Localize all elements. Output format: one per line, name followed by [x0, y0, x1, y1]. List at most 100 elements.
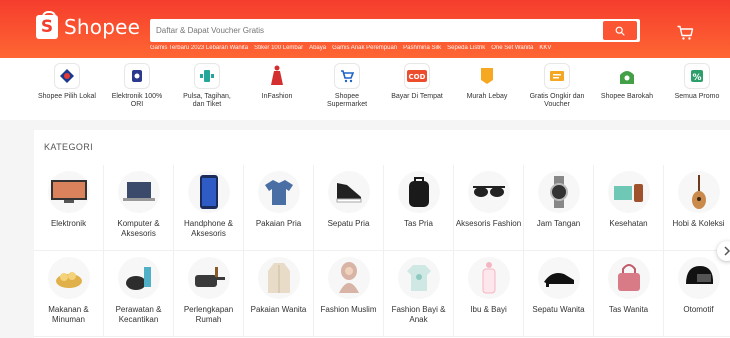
- food-icon: [47, 257, 90, 299]
- category-fashion-bayi[interactable]: Fashion Bayi & Anak: [384, 251, 454, 337]
- mosque-icon: [614, 63, 640, 89]
- laptop-icon: [117, 171, 160, 213]
- promo-icon: %: [684, 63, 710, 89]
- quick-link-murah-lebay[interactable]: Murah Lebay: [457, 63, 517, 101]
- quick-link-supermarket[interactable]: Shopee Supermarket: [317, 63, 377, 109]
- next-arrow-button[interactable]: [717, 241, 730, 261]
- quick-link-gratis-ongkir[interactable]: Gratis Ongkir dan Voucher: [527, 63, 587, 109]
- category-label: Tas Wanita: [608, 305, 649, 314]
- category-komputer[interactable]: Komputer & Aksesoris: [104, 165, 174, 251]
- quick-link-label: Shopee Pilih Lokal: [38, 93, 96, 100]
- category-handphone[interactable]: Handphone & Aksesoris: [174, 165, 244, 251]
- cart-button[interactable]: [676, 24, 694, 42]
- logo-initial: S: [40, 17, 54, 37]
- category-label: Hobi & Koleksi: [672, 219, 725, 228]
- category-sepatu-wanita[interactable]: Sepatu Wanita: [524, 251, 594, 337]
- blazer-icon: [257, 257, 300, 299]
- health-icon: [607, 171, 650, 213]
- quick-link-label: Shopee Barokah: [600, 93, 654, 100]
- category-perlengkapan-rumah[interactable]: Perlengkapan Rumah: [174, 251, 244, 337]
- brand-name: Shopee: [64, 15, 141, 39]
- svg-text:%: %: [692, 73, 701, 83]
- tag-icon: [474, 63, 500, 89]
- category-label: Fashion Muslim: [320, 305, 377, 314]
- quick-link-pilih-lokal[interactable]: Shopee Pilih Lokal: [37, 63, 97, 101]
- category-label: Sepatu Wanita: [532, 305, 585, 314]
- quick-link-cod[interactable]: COD Bayar Di Tempat: [387, 63, 447, 101]
- search-button[interactable]: [603, 21, 637, 40]
- chevron-right-icon: [724, 246, 730, 256]
- baby-clothes-icon: [397, 257, 440, 299]
- category-aksesoris-fashion[interactable]: Aksesoris Fashion: [454, 165, 524, 251]
- category-ibu-bayi[interactable]: Ibu & Bayi: [454, 251, 524, 337]
- category-label: Handphone & Aksesoris: [184, 219, 233, 238]
- category-fashion-muslim[interactable]: Fashion Muslim: [314, 251, 384, 337]
- quick-link-label: Elektronik 100% ORI: [111, 93, 163, 108]
- cookware-icon: [187, 257, 230, 299]
- category-tas-wanita[interactable]: Tas Wanita: [594, 251, 664, 337]
- shirt-icon: [257, 171, 300, 213]
- category-label: Kesehatan: [609, 219, 648, 228]
- search-bar: [150, 19, 640, 42]
- category-pakaian-pria[interactable]: Pakaian Pria: [244, 165, 314, 251]
- category-elektronik[interactable]: Elektronik: [34, 165, 104, 251]
- shopee-logo[interactable]: S Shopee: [36, 11, 141, 39]
- quick-link-label: Murah Lebay: [466, 93, 508, 100]
- cod-icon: COD: [404, 63, 430, 89]
- search-hint[interactable]: Sepeda Listrik: [447, 45, 485, 51]
- handbag-icon: [607, 257, 650, 299]
- category-tas-pria[interactable]: Tas Pria: [384, 165, 454, 251]
- phone-bill-icon: [194, 63, 220, 89]
- category-label: Otomotif: [683, 305, 714, 314]
- category-label: Elektronik: [50, 219, 87, 228]
- search-hint[interactable]: Pashmina Silk: [403, 45, 441, 51]
- category-perawatan[interactable]: Perawatan & Kecantikan: [104, 251, 174, 337]
- category-label: Pakaian Wanita: [250, 305, 307, 314]
- category-label: Komputer & Aksesoris: [117, 219, 160, 238]
- category-hobi-koleksi[interactable]: Hobi & Koleksi: [664, 165, 730, 251]
- search-input[interactable]: [156, 23, 596, 38]
- tv-icon: [47, 171, 90, 213]
- category-panel: KATEGORI Elektronik Komputer & Aksesoris…: [34, 130, 730, 338]
- cart-icon: [677, 25, 694, 40]
- sunglasses-icon: [467, 171, 510, 213]
- helmet-icon: [677, 257, 720, 299]
- category-sepatu-pria[interactable]: Sepatu Pria: [314, 165, 384, 251]
- quick-link-pulsa[interactable]: Pulsa, Tagihan, dan Tiket: [177, 63, 237, 109]
- category-label: Ibu & Bayi: [470, 305, 507, 314]
- heels-icon: [537, 257, 580, 299]
- category-label: Perawatan & Kecantikan: [115, 305, 162, 324]
- category-label: Perlengkapan Rumah: [183, 305, 234, 324]
- quick-link-elektronik-ori[interactable]: Elektronik 100% ORI: [107, 63, 167, 109]
- quick-link-semua-promo[interactable]: % Semua Promo: [667, 63, 727, 101]
- smartphone-icon: [187, 171, 230, 213]
- watch-icon: [537, 171, 580, 213]
- category-label: Sepatu Pria: [327, 219, 370, 228]
- cart-icon: [334, 63, 360, 89]
- search-hint[interactable]: Stiker 100 Lembar: [254, 45, 303, 51]
- category-pakaian-wanita[interactable]: Pakaian Wanita: [244, 251, 314, 337]
- category-label: Fashion Bayi & Anak: [391, 305, 446, 324]
- guitar-icon: [677, 171, 720, 213]
- search-icon: [615, 26, 625, 36]
- category-makanan[interactable]: Makanan & Minuman: [34, 251, 104, 337]
- quick-link-infashion[interactable]: InFashion: [247, 63, 307, 101]
- search-hint[interactable]: Gamis Terbaru 2023 Lebaran Wanita: [150, 45, 248, 51]
- svg-text:COD: COD: [409, 73, 426, 81]
- search-hint[interactable]: KKV: [539, 45, 551, 51]
- quick-links-row: Shopee Pilih Lokal Elektronik 100% ORI P…: [0, 58, 730, 120]
- search-hints: Gamis Terbaru 2023 Lebaran Wanita Stiker…: [150, 45, 640, 51]
- category-label: Pakaian Pria: [255, 219, 302, 228]
- quick-link-label: Shopee Supermarket: [326, 93, 368, 108]
- category-jam-tangan[interactable]: Jam Tangan: [524, 165, 594, 251]
- category-kesehatan[interactable]: Kesehatan: [594, 165, 664, 251]
- search-hint[interactable]: Gamis Anak Perempuan: [332, 45, 397, 51]
- category-label: Aksesoris Fashion: [455, 219, 522, 228]
- search-hint[interactable]: One Set Wanita: [491, 45, 533, 51]
- fashion-icon: [264, 63, 290, 89]
- backpack-icon: [397, 171, 440, 213]
- category-title: KATEGORI: [44, 142, 94, 152]
- quick-link-barokah[interactable]: Shopee Barokah: [597, 63, 657, 101]
- search-hint[interactable]: Abaya: [309, 45, 326, 51]
- category-otomotif[interactable]: Otomotif: [664, 251, 730, 337]
